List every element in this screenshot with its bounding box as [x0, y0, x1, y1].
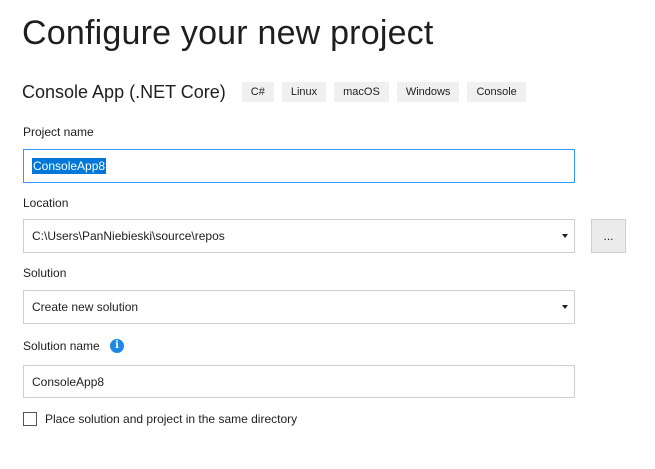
same-directory-label[interactable]: Place solution and project in the same d… [45, 412, 297, 426]
solution-value: Create new solution [32, 300, 139, 314]
template-name: Console App (.NET Core) [22, 81, 226, 102]
tag-csharp: C# [241, 82, 274, 102]
solution-name-field[interactable] [32, 374, 574, 389]
tag-macos: macOS [334, 82, 389, 102]
solution-name-input[interactable] [23, 365, 575, 398]
project-name-label: Project name [23, 125, 94, 139]
browse-button[interactable]: ... [591, 219, 626, 253]
project-name-value: ConsoleApp8 [32, 158, 107, 174]
location-value: C:\Users\PanNiebieski\source\repos [32, 229, 225, 243]
location-combobox[interactable]: C:\Users\PanNiebieski\source\repos [23, 219, 575, 253]
solution-name-label-row: Solution name i [23, 338, 125, 354]
project-name-input[interactable]: ConsoleApp8 [23, 149, 575, 183]
same-directory-checkbox[interactable] [23, 412, 37, 426]
chevron-down-icon[interactable] [562, 305, 568, 309]
solution-name-label: Solution name [23, 339, 100, 353]
info-icon[interactable]: i [110, 338, 125, 353]
tag-console: Console [467, 82, 526, 102]
tag-windows: Windows [396, 82, 460, 102]
location-label: Location [23, 196, 69, 210]
page-title: Configure your new project [22, 14, 434, 52]
solution-label: Solution [23, 266, 67, 280]
chevron-down-icon[interactable] [562, 234, 568, 238]
same-directory-option[interactable]: Place solution and project in the same d… [23, 411, 297, 427]
tag-linux: Linux [281, 82, 327, 102]
template-info: Console App (.NET Core) C# Linux macOS W… [22, 80, 534, 104]
solution-combobox[interactable]: Create new solution [23, 290, 575, 324]
